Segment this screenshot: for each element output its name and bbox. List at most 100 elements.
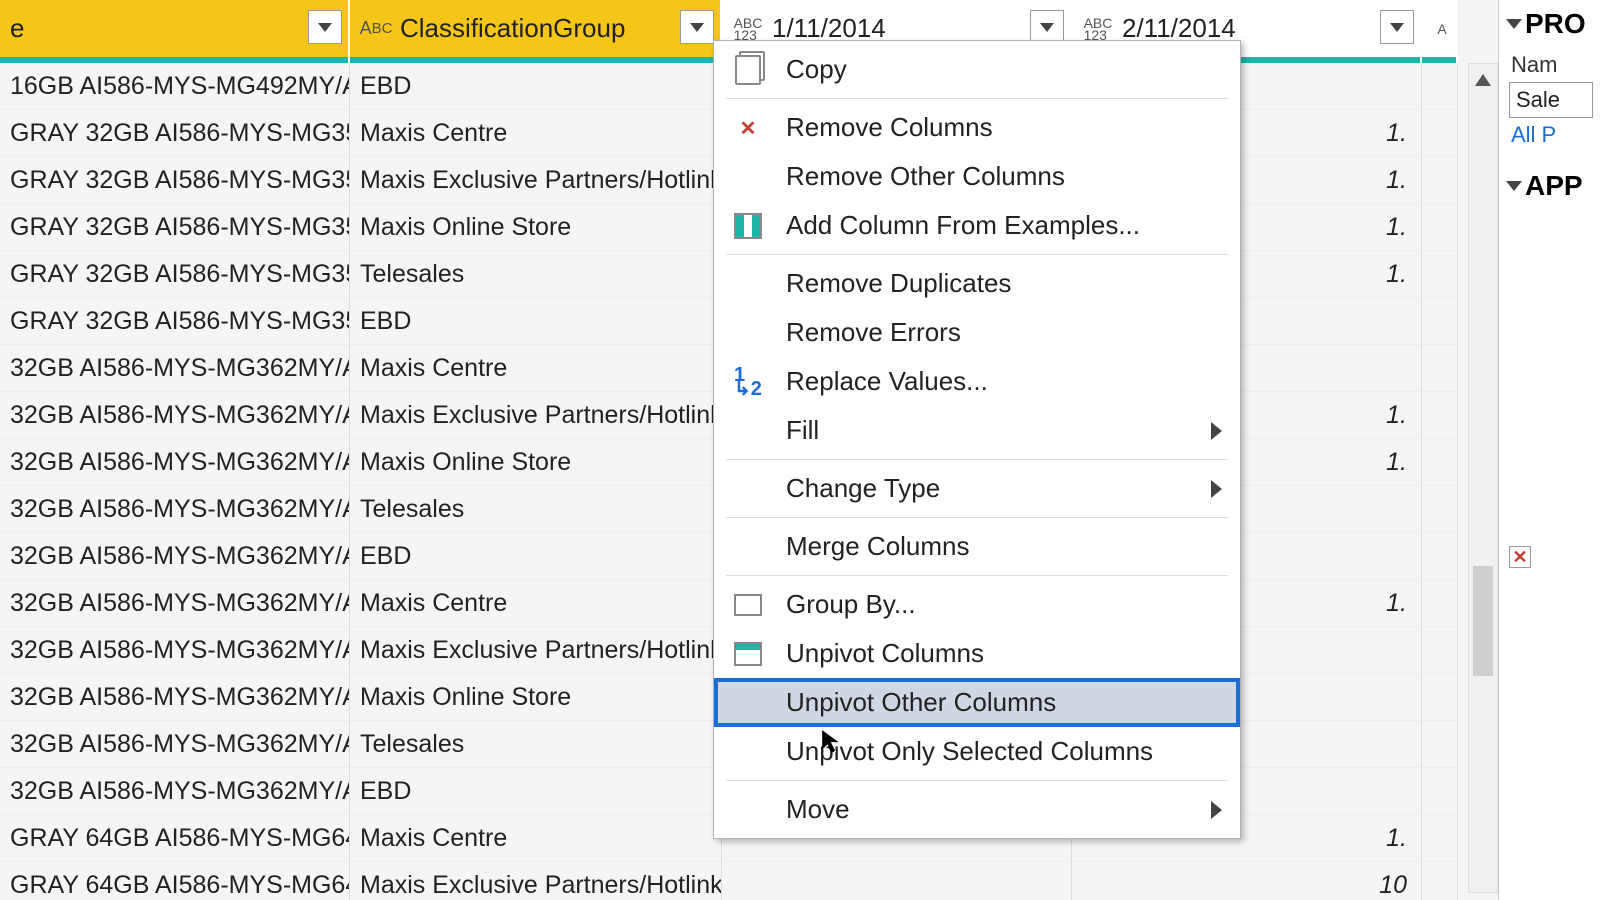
menu-group-by[interactable]: Group By... xyxy=(714,580,1240,629)
cell-classification[interactable]: EBD xyxy=(350,533,722,580)
text-type-icon: ABC xyxy=(360,13,392,45)
cell-next[interactable] xyxy=(1422,768,1458,815)
column-context-menu: Copy ✕ Remove Columns Remove Other Colum… xyxy=(713,40,1241,839)
cell-next[interactable] xyxy=(1422,533,1458,580)
remove-icon: ✕ xyxy=(730,111,766,145)
menu-unpivot-columns[interactable]: Unpivot Columns xyxy=(714,629,1240,678)
cell-next[interactable] xyxy=(1422,110,1458,157)
copy-icon xyxy=(730,53,766,87)
all-properties-link[interactable]: All P xyxy=(1509,122,1600,148)
filter-dropdown-icon[interactable] xyxy=(1380,10,1414,44)
cell-next[interactable] xyxy=(1422,204,1458,251)
delete-step-icon[interactable]: ✕ xyxy=(1509,546,1531,568)
cell-e[interactable]: GRAY 32GB AI586-MYS-MG352... xyxy=(0,157,350,204)
cell-e[interactable]: 32GB AI586-MYS-MG362MY/A xyxy=(0,721,350,768)
cell-next[interactable] xyxy=(1422,298,1458,345)
cell-next[interactable] xyxy=(1422,345,1458,392)
cell-classification[interactable]: Maxis Centre xyxy=(350,110,722,157)
cell-classification[interactable]: Maxis Online Store xyxy=(350,439,722,486)
scroll-thumb[interactable] xyxy=(1473,566,1493,676)
cell-classification[interactable]: EBD xyxy=(350,63,722,110)
cell-classification[interactable]: Maxis Exclusive Partners/Hotlink xyxy=(350,627,722,674)
cell-classification[interactable]: EBD xyxy=(350,298,722,345)
applied-steps-section-header[interactable]: APP xyxy=(1509,170,1600,202)
menu-remove-duplicates[interactable]: Remove Duplicates xyxy=(714,259,1240,308)
expand-icon xyxy=(1506,19,1522,29)
cell-e[interactable]: 32GB AI586-MYS-MG362MY/A xyxy=(0,392,350,439)
cell-next[interactable] xyxy=(1422,439,1458,486)
cell-date2[interactable]: 10 xyxy=(1072,862,1422,900)
any-type-icon: A xyxy=(1426,13,1458,45)
cell-next[interactable] xyxy=(1422,862,1458,900)
menu-remove-other-columns[interactable]: Remove Other Columns xyxy=(714,152,1240,201)
cell-e[interactable]: GRAY 32GB AI586-MYS-MG352... xyxy=(0,110,350,157)
cell-next[interactable] xyxy=(1422,251,1458,298)
menu-remove-errors[interactable]: Remove Errors xyxy=(714,308,1240,357)
cell-e[interactable]: 32GB AI586-MYS-MG362MY/A xyxy=(0,580,350,627)
query-settings-panel: PRO Nam Sale All P APP ✕ xyxy=(1498,0,1600,900)
query-name-input[interactable]: Sale xyxy=(1509,82,1593,118)
properties-section-header[interactable]: PRO xyxy=(1509,8,1600,40)
cell-next[interactable] xyxy=(1422,721,1458,768)
vertical-scrollbar[interactable] xyxy=(1468,63,1498,893)
filter-dropdown-icon[interactable] xyxy=(680,10,714,44)
menu-fill[interactable]: Fill xyxy=(714,406,1240,455)
expand-icon xyxy=(1506,181,1522,191)
menu-remove-columns[interactable]: ✕ Remove Columns xyxy=(714,103,1240,152)
cell-next[interactable] xyxy=(1422,580,1458,627)
submenu-arrow-icon xyxy=(1211,422,1222,440)
cell-classification[interactable]: Maxis Exclusive Partners/Hotlink xyxy=(350,157,722,204)
cell-classification[interactable]: Maxis Centre xyxy=(350,345,722,392)
filter-dropdown-icon[interactable] xyxy=(1030,10,1064,44)
cell-next[interactable] xyxy=(1422,157,1458,204)
cell-classification[interactable]: Telesales xyxy=(350,721,722,768)
cell-classification[interactable]: Telesales xyxy=(350,486,722,533)
cell-classification[interactable]: Maxis Centre xyxy=(350,815,722,862)
cell-next[interactable] xyxy=(1422,392,1458,439)
cell-e[interactable]: GRAY 64GB AI586-MYS-MG643... xyxy=(0,815,350,862)
cell-classification[interactable]: Telesales xyxy=(350,251,722,298)
cell-classification[interactable]: Maxis Exclusive Partners/Hotlink xyxy=(350,392,722,439)
menu-copy[interactable]: Copy xyxy=(714,45,1240,94)
filter-dropdown-icon[interactable] xyxy=(308,10,342,44)
menu-merge-columns[interactable]: Merge Columns xyxy=(714,522,1240,571)
cell-classification[interactable]: Maxis Exclusive Partners/Hotlink xyxy=(350,862,722,900)
menu-add-column-from-examples[interactable]: Add Column From Examples... xyxy=(714,201,1240,250)
menu-unpivot-other-columns[interactable]: Unpivot Other Columns xyxy=(714,678,1240,727)
cell-e[interactable]: 32GB AI586-MYS-MG362MY/A xyxy=(0,674,350,721)
cell-classification[interactable]: EBD xyxy=(350,768,722,815)
menu-change-type[interactable]: Change Type xyxy=(714,464,1240,513)
column-header-next[interactable]: A xyxy=(1422,0,1458,57)
cell-next[interactable] xyxy=(1422,486,1458,533)
cell-e[interactable]: 32GB AI586-MYS-MG362MY/A xyxy=(0,768,350,815)
cell-e[interactable]: 32GB AI586-MYS-MG362MY/A xyxy=(0,486,350,533)
applied-step-row[interactable]: ✕ xyxy=(1509,546,1600,568)
cell-e[interactable]: GRAY 32GB AI586-MYS-MG352... xyxy=(0,204,350,251)
replace-icon: 1↳2 xyxy=(730,365,766,399)
cell-e[interactable]: GRAY 32GB AI586-MYS-MG352... xyxy=(0,298,350,345)
column-header-classificationgroup[interactable]: ABC ClassificationGroup xyxy=(350,0,722,57)
name-label: Nam xyxy=(1509,52,1600,78)
cell-e[interactable]: 32GB AI586-MYS-MG362MY/A xyxy=(0,533,350,580)
cell-e[interactable]: GRAY 32GB AI586-MYS-MG352... xyxy=(0,251,350,298)
table-row[interactable]: GRAY 64GB AI586-MYS-MG643Maxis Exclusive… xyxy=(0,862,1498,900)
cell-classification[interactable]: Maxis Online Store xyxy=(350,674,722,721)
cell-next[interactable] xyxy=(1422,674,1458,721)
cell-e[interactable]: 32GB AI586-MYS-MG362MY/A xyxy=(0,627,350,674)
cell-e[interactable]: 16GB AI586-MYS-MG492MY/A xyxy=(0,63,350,110)
cell-e[interactable]: 32GB AI586-MYS-MG362MY/A xyxy=(0,345,350,392)
cell-next[interactable] xyxy=(1422,815,1458,862)
menu-replace-values[interactable]: 1↳2 Replace Values... xyxy=(714,357,1240,406)
menu-unpivot-only-selected-columns[interactable]: Unpivot Only Selected Columns xyxy=(714,727,1240,776)
cell-e[interactable]: GRAY 64GB AI586-MYS-MG643 xyxy=(0,862,350,900)
cell-next[interactable] xyxy=(1422,627,1458,674)
scroll-up-icon[interactable] xyxy=(1475,74,1491,86)
menu-move[interactable]: Move xyxy=(714,785,1240,834)
cell-classification[interactable]: Maxis Centre xyxy=(350,580,722,627)
cell-date1[interactable] xyxy=(722,862,1072,900)
column-header-e[interactable]: e xyxy=(0,0,350,57)
cell-next[interactable] xyxy=(1422,63,1458,110)
submenu-arrow-icon xyxy=(1211,480,1222,498)
cell-classification[interactable]: Maxis Online Store xyxy=(350,204,722,251)
cell-e[interactable]: 32GB AI586-MYS-MG362MY/A xyxy=(0,439,350,486)
